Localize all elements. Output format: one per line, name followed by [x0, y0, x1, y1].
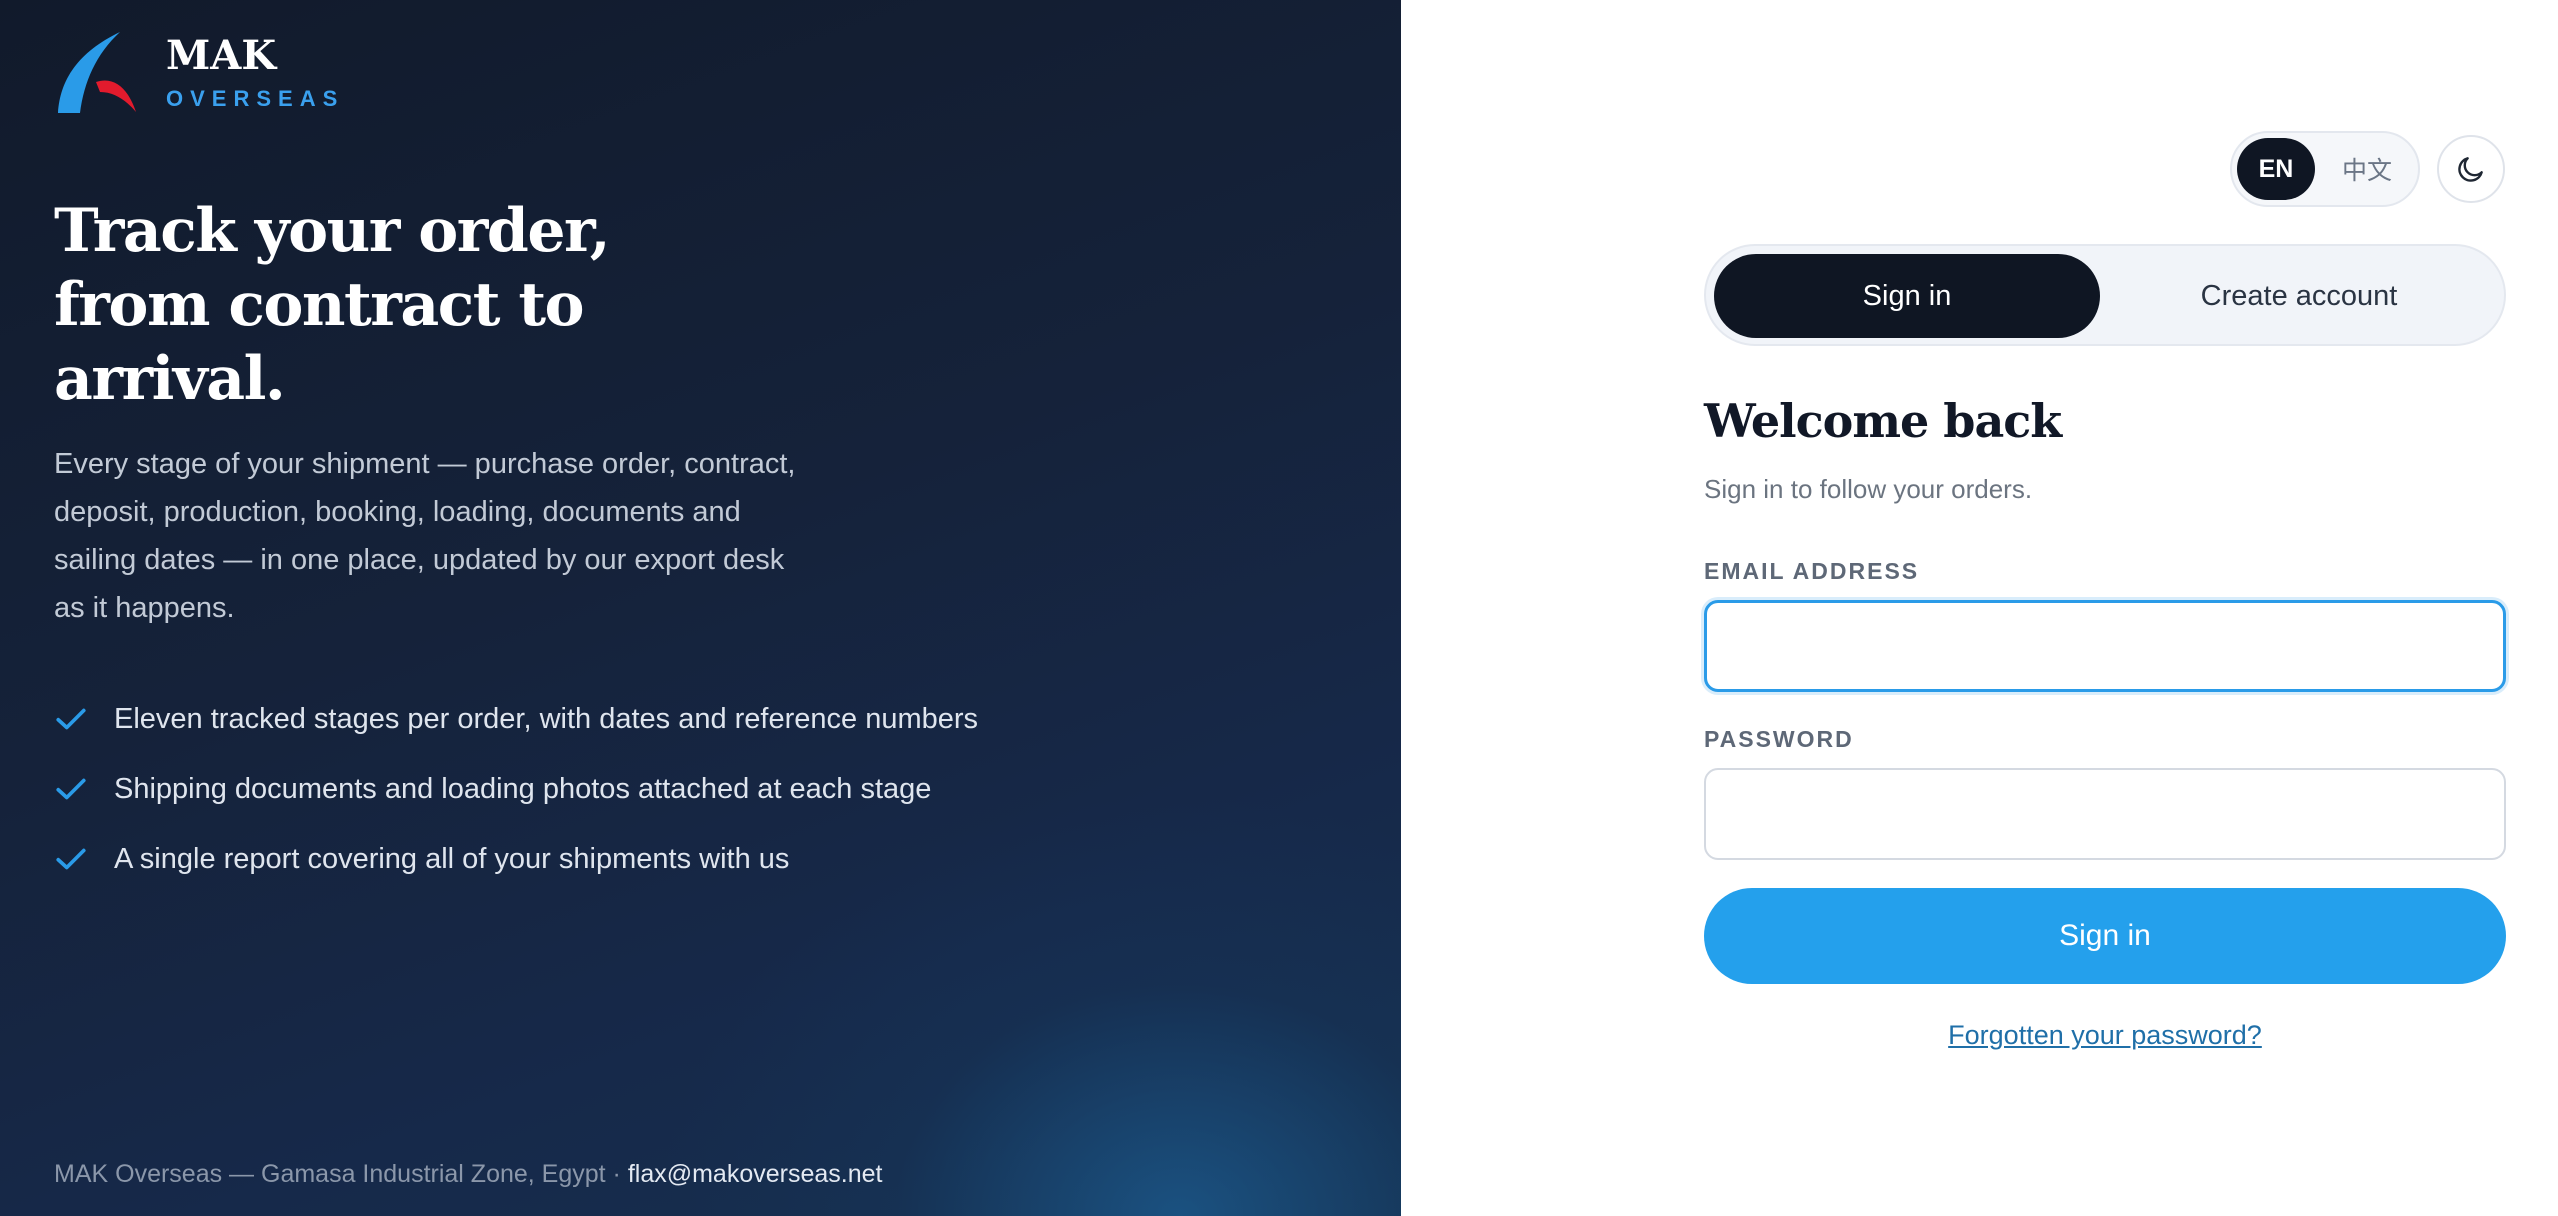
tab-sign-in[interactable]: Sign in [1714, 254, 2100, 338]
feature-text: A single report covering all of your shi… [114, 842, 790, 875]
check-icon [56, 778, 86, 800]
form-subheading: Sign in to follow your orders. [1704, 474, 2033, 504]
feature-list: Eleven tracked stages per order, with da… [54, 684, 978, 894]
hero-description: Every stage of your shipment — purchase … [54, 448, 796, 624]
email-label: EMAIL ADDRESS [1704, 558, 1920, 584]
logo-mark-icon [58, 32, 136, 113]
email-field[interactable] [1704, 600, 2506, 692]
sign-in-button[interactable]: Sign in [1704, 888, 2506, 984]
language-toggle: EN 中文 [2230, 131, 2420, 207]
tab-create-account[interactable]: Create account [2106, 254, 2492, 338]
brand-panel: MAK OVERSEAS Track your order, from cont… [0, 0, 1401, 1216]
feature-item: A single report covering all of your shi… [54, 824, 978, 894]
logo: MAK OVERSEAS [56, 30, 344, 114]
feature-item: Shipping documents and loading photos at… [54, 754, 978, 824]
theme-toggle-button[interactable] [2437, 135, 2505, 203]
form-heading: Welcome back [1704, 394, 2062, 448]
check-icon [56, 708, 86, 730]
password-field[interactable] [1704, 768, 2506, 860]
check-icon [56, 848, 86, 870]
logo-subtitle: OVERSEAS [166, 86, 345, 111]
feature-text: Shipping documents and loading photos at… [114, 772, 932, 805]
auth-tabs: Sign in Create account [1704, 244, 2506, 346]
footer-address: MAK Overseas — Gamasa Industrial Zone, E… [54, 1160, 628, 1188]
moon-icon [2458, 157, 2483, 182]
logo-name: MAK [166, 32, 277, 79]
footer-email-link[interactable]: flax@makoverseas.net [628, 1160, 883, 1188]
feature-item: Eleven tracked stages per order, with da… [54, 684, 978, 754]
feature-text: Eleven tracked stages per order, with da… [114, 702, 979, 735]
footer: MAK Overseas — Gamasa Industrial Zone, E… [54, 1160, 882, 1189]
lang-zh-button[interactable]: 中文 [2328, 138, 2406, 200]
lang-en-button[interactable]: EN [2237, 138, 2315, 200]
forgot-password-link[interactable]: Forgotten your password? [1704, 1020, 2506, 1051]
hero-title: Track your order, from contract to arriv… [54, 196, 611, 414]
password-label: PASSWORD [1704, 726, 1854, 752]
